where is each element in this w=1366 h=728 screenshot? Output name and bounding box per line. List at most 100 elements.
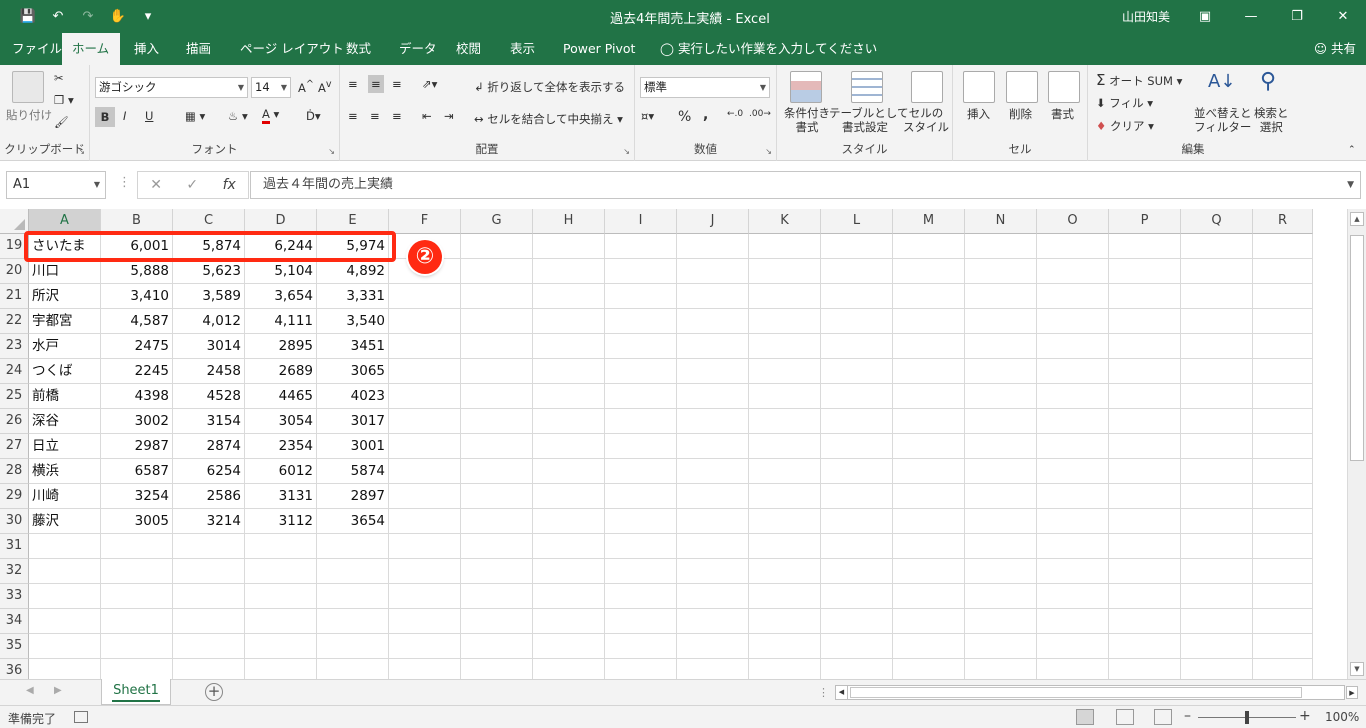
- cell-j34[interactable]: [677, 609, 749, 634]
- cut-icon[interactable]: ✂: [54, 71, 64, 85]
- cell-g23[interactable]: [461, 334, 533, 359]
- cell-m30[interactable]: [893, 509, 965, 534]
- cell-a20[interactable]: 川口: [29, 259, 101, 284]
- clipboard-launcher-icon[interactable]: ↘: [78, 147, 85, 156]
- format-cells-label[interactable]: 書式: [1051, 106, 1074, 122]
- cell-m28[interactable]: [893, 459, 965, 484]
- conditional-format-button[interactable]: 条件付き 書式: [781, 106, 833, 134]
- cell-i26[interactable]: [605, 409, 677, 434]
- cell-h35[interactable]: [533, 634, 605, 659]
- italic-button[interactable]: I: [123, 109, 126, 123]
- font-launcher-icon[interactable]: ↘: [328, 147, 335, 156]
- underline-button[interactable]: U: [145, 109, 153, 123]
- cell-p35[interactable]: [1109, 634, 1181, 659]
- increase-indent-icon[interactable]: ⇥: [444, 109, 454, 123]
- cell-n28[interactable]: [965, 459, 1037, 484]
- cell-o29[interactable]: [1037, 484, 1109, 509]
- cell-b30[interactable]: 3005: [101, 509, 173, 534]
- cell-m24[interactable]: [893, 359, 965, 384]
- cell-n30[interactable]: [965, 509, 1037, 534]
- cell-q21[interactable]: [1181, 284, 1253, 309]
- row-header-36[interactable]: 36: [0, 659, 29, 679]
- tab-power-pivot[interactable]: Power Pivot: [553, 33, 645, 65]
- cell-d31[interactable]: [245, 534, 317, 559]
- font-color-button[interactable]: A ▾: [262, 107, 279, 124]
- page-layout-view-icon[interactable]: [1116, 709, 1134, 725]
- cell-o33[interactable]: [1037, 584, 1109, 609]
- row-header-30[interactable]: 30: [0, 509, 29, 534]
- cell-l26[interactable]: [821, 409, 893, 434]
- cell-i30[interactable]: [605, 509, 677, 534]
- cell-k22[interactable]: [749, 309, 821, 334]
- cell-k32[interactable]: [749, 559, 821, 584]
- cell-a33[interactable]: [29, 584, 101, 609]
- cell-p24[interactable]: [1109, 359, 1181, 384]
- cell-p28[interactable]: [1109, 459, 1181, 484]
- zoom-level[interactable]: 100%: [1325, 710, 1359, 724]
- cell-r27[interactable]: [1253, 434, 1313, 459]
- number-format-select[interactable]: 標準 ▼: [640, 77, 770, 98]
- vertical-scroll-thumb[interactable]: [1350, 235, 1364, 461]
- name-box[interactable]: A1 ▼: [6, 171, 106, 199]
- cell-o26[interactable]: [1037, 409, 1109, 434]
- cell-o20[interactable]: [1037, 259, 1109, 284]
- cell-e22[interactable]: 3,540: [317, 309, 389, 334]
- cell-j25[interactable]: [677, 384, 749, 409]
- cell-n23[interactable]: [965, 334, 1037, 359]
- scroll-up-icon[interactable]: ▲: [1350, 212, 1364, 226]
- format-cells-icon[interactable]: [1048, 71, 1080, 103]
- cell-a28[interactable]: 横浜: [29, 459, 101, 484]
- cell-i33[interactable]: [605, 584, 677, 609]
- cell-a22[interactable]: 宇都宮: [29, 309, 101, 334]
- cell-i28[interactable]: [605, 459, 677, 484]
- redo-icon[interactable]: ↷: [78, 7, 98, 25]
- cell-i22[interactable]: [605, 309, 677, 334]
- cell-n22[interactable]: [965, 309, 1037, 334]
- restore-icon[interactable]: ❐: [1274, 0, 1320, 33]
- cell-n31[interactable]: [965, 534, 1037, 559]
- cell-b35[interactable]: [101, 634, 173, 659]
- row-header-22[interactable]: 22: [0, 309, 29, 334]
- row-header-31[interactable]: 31: [0, 534, 29, 559]
- cell-q22[interactable]: [1181, 309, 1253, 334]
- align-middle-icon[interactable]: ≡: [368, 75, 384, 93]
- cell-g25[interactable]: [461, 384, 533, 409]
- cell-m27[interactable]: [893, 434, 965, 459]
- row-header-20[interactable]: 20: [0, 259, 29, 284]
- cell-r33[interactable]: [1253, 584, 1313, 609]
- column-header-g[interactable]: G: [461, 209, 533, 234]
- cell-a32[interactable]: [29, 559, 101, 584]
- column-header-l[interactable]: L: [821, 209, 893, 234]
- cell-b20[interactable]: 5,888: [101, 259, 173, 284]
- column-header-r[interactable]: R: [1253, 209, 1313, 234]
- bold-button[interactable]: B: [95, 107, 115, 127]
- cell-p20[interactable]: [1109, 259, 1181, 284]
- cell-n20[interactable]: [965, 259, 1037, 284]
- cell-a23[interactable]: 水戸: [29, 334, 101, 359]
- delete-cells-icon[interactable]: [1006, 71, 1038, 103]
- cell-h22[interactable]: [533, 309, 605, 334]
- cell-a26[interactable]: 深谷: [29, 409, 101, 434]
- cell-a30[interactable]: 藤沢: [29, 509, 101, 534]
- cell-p21[interactable]: [1109, 284, 1181, 309]
- cell-b27[interactable]: 2987: [101, 434, 173, 459]
- row-header-33[interactable]: 33: [0, 584, 29, 609]
- cell-q34[interactable]: [1181, 609, 1253, 634]
- cell-g19[interactable]: [461, 234, 533, 259]
- cell-r30[interactable]: [1253, 509, 1313, 534]
- align-bottom-icon[interactable]: ≡: [392, 77, 402, 91]
- cell-g31[interactable]: [461, 534, 533, 559]
- enter-icon[interactable]: ✓: [186, 177, 198, 193]
- cell-i23[interactable]: [605, 334, 677, 359]
- cell-c34[interactable]: [173, 609, 245, 634]
- cell-c29[interactable]: 2586: [173, 484, 245, 509]
- cell-h30[interactable]: [533, 509, 605, 534]
- cell-l25[interactable]: [821, 384, 893, 409]
- cell-l30[interactable]: [821, 509, 893, 534]
- cell-l20[interactable]: [821, 259, 893, 284]
- cell-i24[interactable]: [605, 359, 677, 384]
- sheet-tab-sheet1[interactable]: Sheet1: [101, 679, 171, 705]
- cell-f26[interactable]: [389, 409, 461, 434]
- row-header-23[interactable]: 23: [0, 334, 29, 359]
- cell-l34[interactable]: [821, 609, 893, 634]
